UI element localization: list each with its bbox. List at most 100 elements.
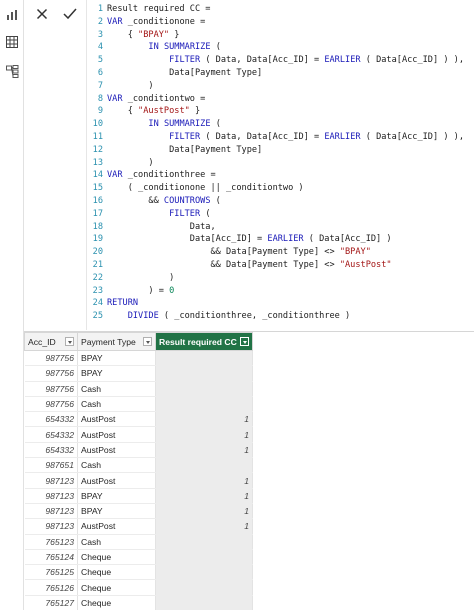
cell-result-required-cc[interactable]: 1 — [155, 518, 253, 535]
cell-payment-type[interactable]: Cheque — [77, 579, 156, 596]
table-row: 987756 Cash — [24, 396, 253, 413]
checkmark-icon — [63, 8, 77, 20]
cell-payment-type[interactable]: AustPost — [77, 518, 156, 535]
cell-payment-type[interactable]: Cash — [77, 381, 156, 397]
code-line: 17 FILTER ( — [92, 208, 211, 219]
column-header-payment-type[interactable]: Payment Type — [77, 332, 156, 351]
table-row: 765124 Cheque — [24, 549, 253, 566]
cell-payment-type[interactable]: AustPost — [77, 411, 156, 428]
cell-payment-type[interactable]: BPAY — [77, 350, 156, 367]
table-row: 765126 Cheque — [24, 579, 253, 596]
cell-payment-type[interactable]: Cheque — [77, 595, 156, 610]
cell-result-required-cc[interactable]: 1 — [155, 503, 253, 520]
cell-payment-type[interactable]: Cheque — [77, 564, 156, 581]
data-table-area: Acc_ID Payment Type Result required CC 9… — [24, 331, 474, 610]
cell-payment-type[interactable]: AustPost — [77, 426, 156, 443]
cell-acc-id[interactable]: 654332 — [24, 442, 78, 459]
cell-result-required-cc[interactable] — [155, 564, 253, 581]
column-filter-dropdown[interactable] — [240, 337, 249, 346]
code-line: 5 FILTER ( Data, Data[Acc_ID] = EARLIER … — [97, 55, 465, 66]
cell-acc-id[interactable]: 987756 — [24, 381, 78, 397]
cell-acc-id[interactable]: 987756 — [24, 350, 78, 367]
code-line: 21 && Data[Payment Type] <> "AustPost" — [92, 260, 392, 270]
table-row: 654332 AustPost 1 — [24, 411, 253, 428]
column-header-label: Result required CC — [159, 336, 237, 347]
table-row: 654332 AustPost 1 — [24, 426, 253, 443]
cell-result-required-cc[interactable] — [155, 457, 253, 474]
cell-result-required-cc[interactable]: 1 — [155, 426, 253, 443]
close-icon — [36, 8, 48, 20]
column-header-result-required-cc[interactable]: Result required CC — [155, 332, 253, 351]
cell-acc-id[interactable]: 654332 — [24, 426, 78, 443]
data-view-icon[interactable] — [3, 33, 21, 51]
cell-acc-id[interactable]: 654332 — [24, 411, 78, 428]
code-line: 13 ) — [92, 157, 154, 168]
column-filter-dropdown[interactable] — [143, 337, 152, 346]
cell-result-required-cc[interactable] — [155, 549, 253, 566]
cell-result-required-cc[interactable] — [155, 579, 253, 596]
table-row: 987756 Cash — [24, 381, 253, 397]
cell-acc-id[interactable]: 987123 — [24, 518, 78, 535]
cell-result-required-cc[interactable]: 1 — [155, 472, 253, 489]
cell-payment-type[interactable]: Cash — [77, 457, 156, 474]
code-line: 14 VAR _conditionthree = — [92, 170, 216, 181]
cell-payment-type[interactable]: BPAY — [77, 365, 156, 382]
table-row: 654332 AustPost 1 — [24, 442, 253, 459]
cell-acc-id[interactable]: 765124 — [24, 549, 78, 566]
cell-acc-id[interactable]: 765127 — [24, 595, 78, 610]
cell-result-required-cc[interactable] — [155, 534, 253, 550]
code-line: 23 ) = 0 — [92, 285, 175, 296]
cancel-formula-button[interactable] — [28, 3, 56, 25]
cell-acc-id[interactable]: 987756 — [24, 396, 78, 413]
cell-result-required-cc[interactable]: 1 — [155, 411, 253, 428]
cell-payment-type[interactable]: Cheque — [77, 549, 156, 566]
formula-commit-bar — [28, 3, 84, 25]
code-line: 9 { "AustPost" } — [97, 106, 201, 117]
cell-result-required-cc[interactable] — [155, 595, 253, 610]
cell-result-required-cc[interactable]: 1 — [155, 442, 253, 459]
code-line: 15 ( _conditionone || _conditiontwo ) — [92, 183, 304, 194]
code-line: 12 Data[Payment Type] — [92, 144, 263, 155]
cell-acc-id[interactable]: 987123 — [24, 503, 78, 520]
cell-payment-type[interactable]: Cash — [77, 396, 156, 413]
code-line: 3 { "BPAY" } — [97, 29, 180, 40]
cell-result-required-cc[interactable] — [155, 350, 253, 367]
cell-payment-type[interactable]: AustPost — [77, 472, 156, 489]
cell-result-required-cc[interactable] — [155, 381, 253, 397]
cell-acc-id[interactable]: 987123 — [24, 472, 78, 489]
cell-acc-id[interactable]: 987756 — [24, 365, 78, 382]
report-view-icon[interactable] — [3, 6, 21, 24]
cell-acc-id[interactable]: 765126 — [24, 579, 78, 596]
cell-payment-type[interactable]: BPAY — [77, 503, 156, 520]
table-row: 987123 BPAY 1 — [24, 503, 253, 520]
column-filter-dropdown[interactable] — [65, 337, 74, 346]
model-view-icon[interactable] — [3, 62, 21, 80]
cell-result-required-cc[interactable]: 1 — [155, 488, 253, 504]
table-row: 987123 AustPost 1 — [24, 518, 253, 535]
code-line: 24 RETURN — [92, 298, 139, 309]
cell-acc-id[interactable]: 987651 — [24, 457, 78, 474]
code-line: 11 FILTER ( Data, Data[Acc_ID] = EARLIER… — [92, 132, 465, 142]
cell-result-required-cc[interactable] — [155, 365, 253, 382]
cell-acc-id[interactable]: 765125 — [24, 564, 78, 581]
table-row: 765125 Cheque — [24, 564, 253, 581]
cell-payment-type[interactable]: AustPost — [77, 442, 156, 459]
code-line: 18 Data, — [92, 221, 216, 232]
table-row: 765127 Cheque — [24, 595, 253, 610]
code-line: 1 Result required CC = — [97, 4, 211, 14]
cell-payment-type[interactable]: Cash — [77, 534, 156, 550]
cell-result-required-cc[interactable] — [155, 396, 253, 413]
table-row: 987651 Cash — [24, 457, 253, 474]
formula-editor[interactable]: 1 Result required CC = 2 VAR _conditionone … — [86, 0, 474, 330]
table-row: 765123 Cash — [24, 534, 253, 550]
table-row: 987756 BPAY — [24, 365, 253, 382]
data-table: Acc_ID Payment Type Result required CC 9… — [24, 332, 253, 610]
code-line: 7 ) — [97, 80, 154, 91]
column-header-acc-id[interactable]: Acc_ID — [24, 332, 78, 351]
cell-payment-type[interactable]: BPAY — [77, 488, 156, 504]
commit-formula-button[interactable] — [56, 3, 84, 25]
cell-acc-id[interactable]: 987123 — [24, 488, 78, 504]
code-line: 20 && Data[Payment Type] <> "BPAY" — [92, 247, 371, 258]
cell-acc-id[interactable]: 765123 — [24, 534, 78, 550]
column-header-label: Acc_ID — [28, 336, 56, 347]
